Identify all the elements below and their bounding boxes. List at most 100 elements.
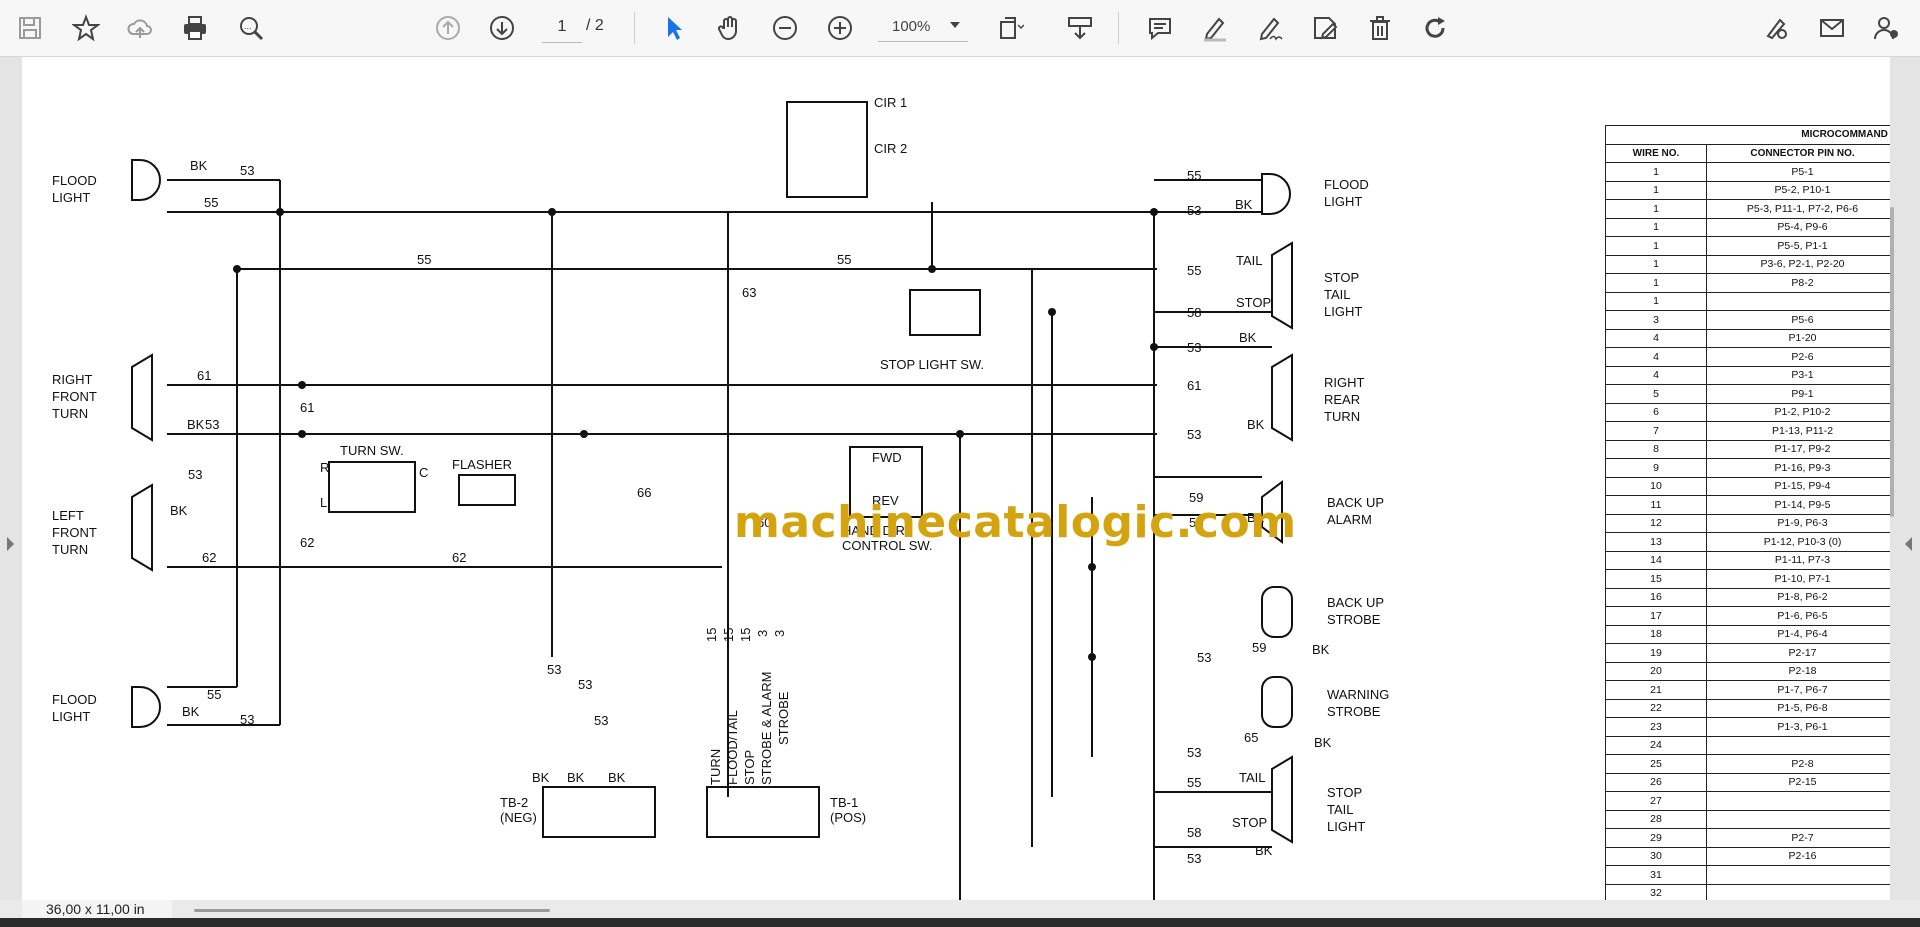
wire-number-cell: 15 — [1605, 569, 1707, 589]
stop-tail2-l2: TAIL — [1327, 802, 1354, 817]
wire-number-cell: 20 — [1605, 661, 1707, 681]
connector-pin-cell: P1-11, P7-3 — [1706, 550, 1890, 570]
flasher-label: FLASHER — [452, 457, 512, 472]
wire-number-cell: 19 — [1605, 643, 1707, 663]
zoom-in-icon[interactable] — [820, 8, 860, 48]
wire-bk-label: BK — [1247, 417, 1265, 432]
table-row: 1 P8-2 — [1605, 273, 1890, 293]
wire-label: 53 — [594, 713, 608, 728]
wire-number-cell: 4 — [1605, 347, 1707, 367]
tb-flood-tail-label: FLOOD/TAIL — [725, 710, 740, 785]
table-row: 26 P2-15 — [1605, 772, 1890, 792]
share-link-icon[interactable] — [1756, 8, 1796, 48]
left-panel-toggle-icon[interactable] — [7, 537, 14, 551]
table-row: 1 P5-3, P11-1, P7-2, P6-6 — [1605, 199, 1890, 219]
table-row: 4 P3-1 — [1605, 365, 1890, 385]
wire-number-cell: 30 — [1605, 846, 1707, 866]
table-row: 1 P5-1 — [1605, 162, 1890, 182]
backup-alarm-l1: BACK UP — [1327, 495, 1384, 510]
print-icon[interactable] — [175, 8, 215, 48]
cloud-upload-icon[interactable] — [120, 8, 160, 48]
account-icon[interactable] — [1866, 8, 1906, 48]
connector-pin-cell: P1-7, P6-7 — [1706, 680, 1890, 700]
stop-tail1-l2: TAIL — [1324, 287, 1351, 302]
table-row: 1 P5-5, P1-1 — [1605, 236, 1890, 256]
table-title: MICROCOMMAND ( — [1605, 125, 1890, 145]
table-row: 11 P1-14, P9-5 — [1605, 495, 1890, 515]
backup-strobe-l2: STROBE — [1327, 612, 1381, 627]
connector-pin-cell — [1706, 883, 1890, 900]
toolbar-separator — [1118, 12, 1119, 44]
tb-stop-label: STOP — [742, 750, 757, 785]
right-flood-l1: FLOOD — [1324, 177, 1369, 192]
connector-pin-cell: P1-8, P6-2 — [1706, 587, 1890, 607]
wire-number-cell: 17 — [1605, 606, 1707, 626]
highlight-pen-icon[interactable] — [1195, 8, 1235, 48]
document-viewer[interactable]: FLOOD LIGHT RIGHT FRONT TURN LEFT FRONT … — [0, 57, 1920, 900]
wire-label: 55 — [1187, 775, 1201, 790]
page-down-icon[interactable] — [482, 8, 522, 48]
page-up-icon[interactable] — [428, 8, 468, 48]
wire-label: 53 — [1187, 203, 1201, 218]
connector-pin-cell: P1-10, P7-1 — [1706, 569, 1890, 589]
table-header-wire: WIRE NO. — [1605, 143, 1707, 163]
table-header-pin: CONNECTOR PIN NO. — [1706, 143, 1890, 163]
connector-pin-cell: P1-9, P6-3 — [1706, 513, 1890, 533]
bookmark-star-icon[interactable] — [66, 8, 106, 48]
zoom-out-icon[interactable] — [765, 8, 805, 48]
wire-number-cell: 18 — [1605, 624, 1707, 644]
wiring-diagram: FLOOD LIGHT RIGHT FRONT TURN LEFT FRONT … — [52, 95, 1389, 900]
edit-text-icon[interactable] — [1305, 8, 1345, 48]
table-row: 16 P1-8, P6-2 — [1605, 587, 1890, 607]
wire-label: 53 — [205, 417, 219, 432]
wire-label: 58 — [1187, 825, 1201, 840]
table-row: 32 — [1605, 883, 1890, 900]
wire-number-cell: 9 — [1605, 458, 1707, 478]
connector-pin-cell: P2-16 — [1706, 846, 1890, 866]
comment-icon[interactable] — [1140, 8, 1180, 48]
wire-label: 59 — [1252, 640, 1266, 655]
table-row: 3 P5-6 — [1605, 310, 1890, 330]
right-panel-toggle-icon[interactable] — [1905, 537, 1912, 551]
wire-label: 55 — [1187, 168, 1201, 183]
connector-pin-cell: P2-7 — [1706, 828, 1890, 848]
table-row: 8 P1-17, P9-2 — [1605, 439, 1890, 459]
wire-bk-label: BK — [190, 158, 208, 173]
wire-number-cell: 25 — [1605, 754, 1707, 774]
page-number-input[interactable]: 1 — [542, 12, 582, 43]
wire-label: 62 — [300, 535, 314, 550]
wire-label: 58 — [1187, 305, 1201, 320]
tb-fuse-label: 15 — [704, 628, 719, 642]
wire-label: 55 — [417, 252, 431, 267]
email-icon[interactable] — [1812, 8, 1852, 48]
draw-signature-icon[interactable] — [1250, 8, 1290, 48]
save-icon[interactable] — [10, 8, 50, 48]
vertical-scrollbar[interactable] — [1890, 207, 1894, 517]
left-flood-top-l2: LIGHT — [52, 190, 90, 205]
horizontal-scrollbar[interactable] — [194, 909, 550, 912]
select-cursor-icon[interactable] — [654, 8, 694, 48]
connector-pin-cell — [1706, 291, 1890, 311]
warning-strobe-l1: WARNING — [1327, 687, 1389, 702]
wire-label: 62 — [452, 550, 466, 565]
scroll-mode-icon[interactable] — [1060, 8, 1100, 48]
fit-page-icon[interactable] — [990, 8, 1030, 48]
wire-number-cell: 28 — [1605, 809, 1707, 829]
chevron-down-icon[interactable] — [950, 22, 960, 28]
component-labels: CIR 1 CIR 2 STOP LIGHT SW. TURN SW. FLAS… — [320, 95, 984, 825]
delete-icon[interactable] — [1360, 8, 1400, 48]
zoom-search-icon[interactable]: ... — [231, 8, 271, 48]
rotate-icon[interactable] — [1415, 8, 1455, 48]
connector-pin-cell: P1-5, P6-8 — [1706, 698, 1890, 718]
right-rear-turn-l2: REAR — [1324, 392, 1360, 407]
wire-label: 53 — [1187, 340, 1201, 355]
wire-number-cell: 12 — [1605, 513, 1707, 533]
hand-pan-icon[interactable] — [710, 8, 750, 48]
connector-pin-cell: P1-15, P9-4 — [1706, 476, 1890, 496]
connector-pin-cell: P8-2 — [1706, 273, 1890, 293]
watermark: machinecatalogic.com — [734, 497, 1297, 548]
toolbar: ... 1 / 2 100% — [0, 0, 1920, 57]
wire-bk-label: BK — [1314, 735, 1332, 750]
table-row: 5 P9-1 — [1605, 384, 1890, 404]
connector-pin-cell: P1-2, P10-2 — [1706, 402, 1890, 422]
